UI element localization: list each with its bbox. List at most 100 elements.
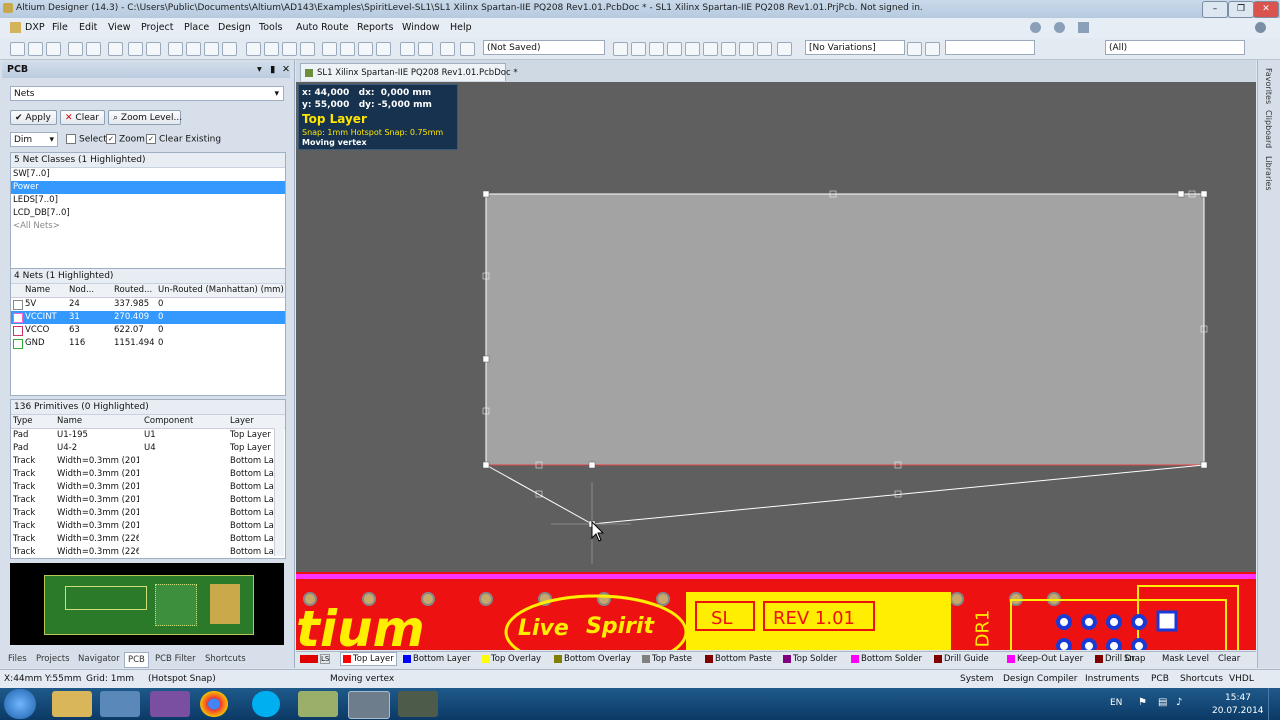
layer-tab[interactable]: Bottom Layer	[403, 654, 471, 664]
status-tab-instruments[interactable]: Instruments	[1085, 674, 1139, 684]
col-nodes[interactable]: Nod...	[69, 284, 94, 297]
paste-icon[interactable]	[282, 42, 297, 56]
menu-project[interactable]: Project	[141, 22, 174, 33]
tab-files[interactable]: Files	[8, 654, 27, 664]
tab-clipboard[interactable]: Clipboard	[1264, 110, 1273, 148]
primitives-scrollbar[interactable]	[274, 428, 284, 556]
col-routed[interactable]: Routed...	[114, 284, 152, 297]
notes-app-icon[interactable]	[298, 691, 338, 717]
layer-tab[interactable]: Top Overlay	[481, 654, 541, 664]
net-class-item[interactable]: LEDS[7..0]	[11, 194, 285, 207]
open-project-icon[interactable]	[108, 42, 123, 56]
panel-menu-icon[interactable]: ▾	[257, 62, 262, 78]
print-icon[interactable]	[68, 42, 83, 56]
primitive-row[interactable]: TrackWidth=0.3mm (201.2Bottom La	[11, 481, 285, 494]
menu-file[interactable]: File	[52, 22, 68, 33]
variant-icon[interactable]	[907, 42, 922, 56]
col-component[interactable]: Component	[144, 415, 193, 428]
clear-button[interactable]: ✕ Clear	[60, 110, 105, 125]
zoom-in-icon[interactable]	[204, 42, 219, 56]
new-icon[interactable]	[10, 42, 25, 56]
home-icon[interactable]	[1078, 22, 1089, 33]
layer-tab[interactable]: Top Paste	[642, 654, 692, 664]
tray-volume-icon[interactable]: ♪	[1176, 697, 1182, 708]
layer-tab[interactable]: Top Layer	[340, 652, 397, 666]
menu-window[interactable]: Window	[402, 22, 439, 33]
status-tab-pcb[interactable]: PCB	[1151, 674, 1169, 684]
net-row[interactable]: VCCINT 31 270.409 0	[11, 311, 285, 324]
menu-edit[interactable]: Edit	[79, 22, 97, 33]
browse-icon[interactable]	[460, 42, 475, 56]
net-row[interactable]: VCCO 63 622.07 0	[11, 324, 285, 337]
tab-pcb-filter[interactable]: PCB Filter	[155, 654, 196, 664]
skype-icon[interactable]	[252, 691, 280, 717]
status-tab-design-compiler[interactable]: Design Compiler	[1003, 674, 1077, 684]
col-name[interactable]: Name	[25, 284, 50, 297]
menu-place[interactable]: Place	[184, 22, 209, 33]
primitive-row[interactable]: TrackWidth=0.3mm (201.2Bottom La	[11, 468, 285, 481]
multi-route-icon[interactable]	[649, 42, 664, 56]
zoom-level-button[interactable]: ⌕ Zoom Level...	[108, 110, 182, 125]
menu-help[interactable]: Help	[450, 22, 472, 33]
language-indicator[interactable]: EN	[1110, 698, 1122, 708]
interactive-route-icon[interactable]	[613, 42, 628, 56]
clear-existing-checkbox[interactable]: ✓ Clear Existing	[146, 134, 221, 145]
cut-icon[interactable]	[246, 42, 261, 56]
tray-network-icon[interactable]: ▤	[1158, 697, 1167, 708]
tab-libraries[interactable]: Libraries	[1264, 156, 1273, 191]
place-fill-icon[interactable]	[721, 42, 736, 56]
rubber-stamp-icon[interactable]	[300, 42, 315, 56]
board-preview[interactable]	[10, 563, 284, 645]
place-string-icon[interactable]	[757, 42, 772, 56]
place-arc-icon[interactable]	[703, 42, 718, 56]
layer-tab[interactable]: Bottom Solder	[851, 654, 922, 664]
layer-tab[interactable]: Drill Guide	[934, 654, 989, 664]
dim-dropdown[interactable]: Dim ▾	[10, 132, 58, 147]
place-polygon-icon[interactable]	[739, 42, 754, 56]
start-button[interactable]	[4, 689, 36, 719]
select-area-icon[interactable]	[322, 42, 337, 56]
col-layer[interactable]: Layer	[230, 415, 254, 428]
polygon-editor[interactable]	[296, 82, 1256, 572]
net-class-item[interactable]: Power	[11, 181, 285, 194]
remote-desktop-icon[interactable]	[100, 691, 140, 717]
panel-pin-icon[interactable]: ▮	[270, 62, 275, 78]
menu-dxp[interactable]: DXP	[25, 22, 45, 33]
close-button[interactable]: ✕	[1253, 1, 1279, 18]
place-via-icon[interactable]	[685, 42, 700, 56]
primitive-row[interactable]: Pad U1-195 U1 Top Layer	[11, 429, 285, 442]
place-component-icon[interactable]	[777, 42, 792, 56]
zoom-checkbox[interactable]: ✓ Zoom	[106, 134, 145, 145]
altium-icon[interactable]	[348, 691, 390, 719]
clear-mask-button[interactable]: Clear	[1218, 654, 1240, 664]
layer-tab[interactable]: Bottom Overlay	[554, 654, 631, 664]
cross-probe-icon[interactable]	[440, 42, 455, 56]
select-icon[interactable]	[358, 42, 373, 56]
save-icon[interactable]	[46, 42, 61, 56]
copy-icon[interactable]	[264, 42, 279, 56]
variations-combo[interactable]: [No Variations]	[805, 40, 905, 55]
nav-back-icon[interactable]	[1030, 22, 1041, 33]
primitive-row[interactable]: Pad U4-2 U4 Top Layer	[11, 442, 285, 455]
print-preview-icon[interactable]	[86, 42, 101, 56]
place-pad-icon[interactable]	[667, 42, 682, 56]
menu-design[interactable]: Design	[218, 22, 251, 33]
col-prim-name[interactable]: Name	[57, 415, 82, 428]
primitive-row[interactable]: TrackWidth=0.3mm (226.1Bottom La	[11, 546, 285, 558]
net-class-item[interactable]: LCD_DB[7..0]	[11, 207, 285, 220]
layer-tab[interactable]: Bottom Paste	[705, 654, 772, 664]
tab-pcb[interactable]: PCB	[124, 652, 149, 668]
clock-time[interactable]: 15:47	[1225, 693, 1251, 703]
zoom-selected-icon[interactable]	[168, 42, 183, 56]
zoom-filtered-icon[interactable]	[186, 42, 201, 56]
tab-favorites[interactable]: Favorites	[1264, 68, 1273, 104]
redo-icon[interactable]	[418, 42, 433, 56]
layer-tab[interactable]: Top Solder	[783, 654, 837, 664]
menu-reports[interactable]: Reports	[357, 22, 393, 33]
pcb-canvas[interactable]: x: 44,000 dx: 0,000 mm y: 55,000 dy: -5,…	[296, 82, 1256, 572]
filter-combo-1[interactable]	[945, 40, 1035, 55]
mode-dropdown[interactable]: Nets ▾	[10, 86, 284, 101]
zoom-area-icon[interactable]	[146, 42, 161, 56]
status-tab-vhdl[interactable]: VHDL	[1229, 674, 1254, 684]
primitive-row[interactable]: TrackWidth=0.3mm (201.3Bottom La	[11, 494, 285, 507]
